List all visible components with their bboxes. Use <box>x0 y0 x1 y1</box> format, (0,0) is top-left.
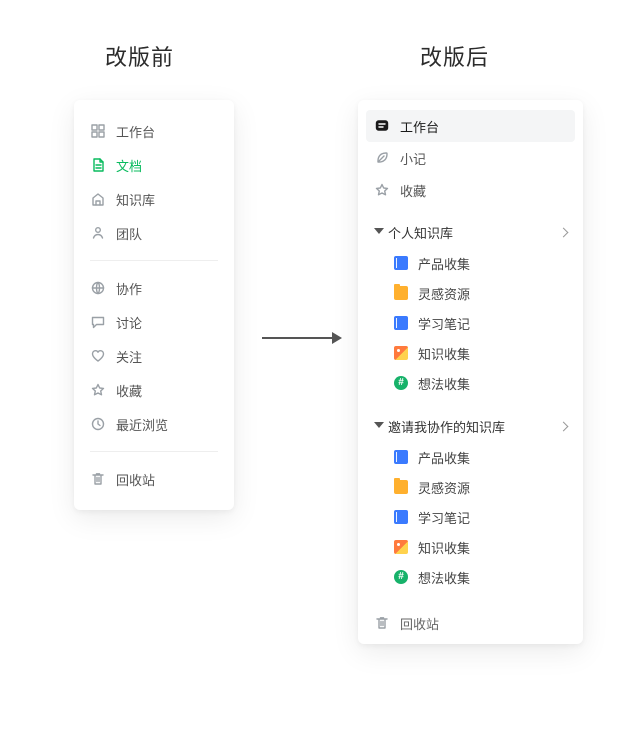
book-icon <box>394 450 408 464</box>
label: 知识库 <box>116 190 218 209</box>
star-icon <box>374 182 390 198</box>
star-icon <box>90 382 106 398</box>
leaf-icon <box>374 150 390 166</box>
trash-icon <box>90 471 106 487</box>
label: 学习笔记 <box>418 314 470 333</box>
label: 收藏 <box>116 381 218 400</box>
image-icon <box>394 346 408 360</box>
item-discuss[interactable]: 讨论 <box>74 305 234 339</box>
label: 关注 <box>116 347 218 366</box>
divider <box>90 451 218 452</box>
heading-after: 改版后 <box>420 40 489 72</box>
label: 灵感资源 <box>418 478 470 497</box>
document-icon <box>90 157 106 173</box>
folder-icon <box>394 286 408 300</box>
label: 工作台 <box>400 117 567 136</box>
globe-icon <box>90 280 106 296</box>
kb-item[interactable]: 学习笔记 <box>358 502 583 532</box>
trash-icon <box>374 615 390 631</box>
label: 知识收集 <box>418 538 470 557</box>
item-docs[interactable]: 文档 <box>74 148 234 182</box>
folder-icon <box>394 480 408 494</box>
label: 团队 <box>116 224 218 243</box>
kb-item[interactable]: 灵感资源 <box>358 278 583 308</box>
label: 学习笔记 <box>418 508 470 527</box>
item-collab[interactable]: 协作 <box>74 271 234 305</box>
chevron-right-icon <box>559 227 569 237</box>
kb-item[interactable]: 知识收集 <box>358 338 583 368</box>
label: 想法收集 <box>418 374 470 393</box>
library-icon <box>90 191 106 207</box>
item-trash[interactable]: 回收站 <box>358 606 583 640</box>
section-shared[interactable]: 邀请我协作的知识库 <box>358 410 583 442</box>
label: 收藏 <box>400 181 567 200</box>
divider <box>90 260 218 261</box>
heading-before: 改版前 <box>105 40 174 72</box>
hash-icon <box>394 570 408 584</box>
book-icon <box>394 316 408 330</box>
label: 回收站 <box>400 614 567 633</box>
item-favorites[interactable]: 收藏 <box>74 373 234 407</box>
label: 产品收集 <box>418 254 470 273</box>
label: 协作 <box>116 279 218 298</box>
label: 想法收集 <box>418 568 470 587</box>
label: 邀请我协作的知识库 <box>388 417 560 436</box>
arrow-right-icon <box>262 332 342 344</box>
kb-item[interactable]: 知识收集 <box>358 532 583 562</box>
label: 小记 <box>400 149 567 168</box>
chat-icon <box>90 314 106 330</box>
kb-item[interactable]: 产品收集 <box>358 248 583 278</box>
image-icon <box>394 540 408 554</box>
item-favorites[interactable]: 收藏 <box>358 174 583 206</box>
label: 个人知识库 <box>388 223 560 242</box>
item-follow[interactable]: 关注 <box>74 339 234 373</box>
item-notes[interactable]: 小记 <box>358 142 583 174</box>
kb-item[interactable]: 学习笔记 <box>358 308 583 338</box>
book-icon <box>394 256 408 270</box>
sidebar-before: 工作台 文档 知识库 团队 协作 讨论 关注 收藏 最近浏览 回收站 <box>74 100 234 510</box>
sidebar-after: 工作台 小记 收藏 个人知识库 产品收集 灵感资源 学习笔记 知识收集 想法收集… <box>358 100 583 644</box>
heart-icon <box>90 348 106 364</box>
item-workbench[interactable]: 工作台 <box>366 110 575 142</box>
kb-item[interactable]: 想法收集 <box>358 562 583 592</box>
item-knowledge[interactable]: 知识库 <box>74 182 234 216</box>
book-icon <box>394 510 408 524</box>
label: 产品收集 <box>418 448 470 467</box>
chevron-right-icon <box>559 421 569 431</box>
label: 灵感资源 <box>418 284 470 303</box>
label: 讨论 <box>116 313 218 332</box>
item-team[interactable]: 团队 <box>74 216 234 250</box>
section-personal[interactable]: 个人知识库 <box>358 216 583 248</box>
workbench-icon <box>374 118 390 134</box>
label: 工作台 <box>116 122 218 141</box>
label: 文档 <box>116 156 218 175</box>
item-recent[interactable]: 最近浏览 <box>74 407 234 441</box>
item-workbench[interactable]: 工作台 <box>74 114 234 148</box>
caret-down-icon <box>372 421 382 431</box>
kb-item[interactable]: 产品收集 <box>358 442 583 472</box>
grid-icon <box>90 123 106 139</box>
team-icon <box>90 225 106 241</box>
label: 最近浏览 <box>116 415 218 434</box>
item-trash[interactable]: 回收站 <box>74 462 234 496</box>
kb-item[interactable]: 灵感资源 <box>358 472 583 502</box>
caret-down-icon <box>372 227 382 237</box>
clock-icon <box>90 416 106 432</box>
kb-item[interactable]: 想法收集 <box>358 368 583 398</box>
label: 回收站 <box>116 470 218 489</box>
hash-icon <box>394 376 408 390</box>
label: 知识收集 <box>418 344 470 363</box>
